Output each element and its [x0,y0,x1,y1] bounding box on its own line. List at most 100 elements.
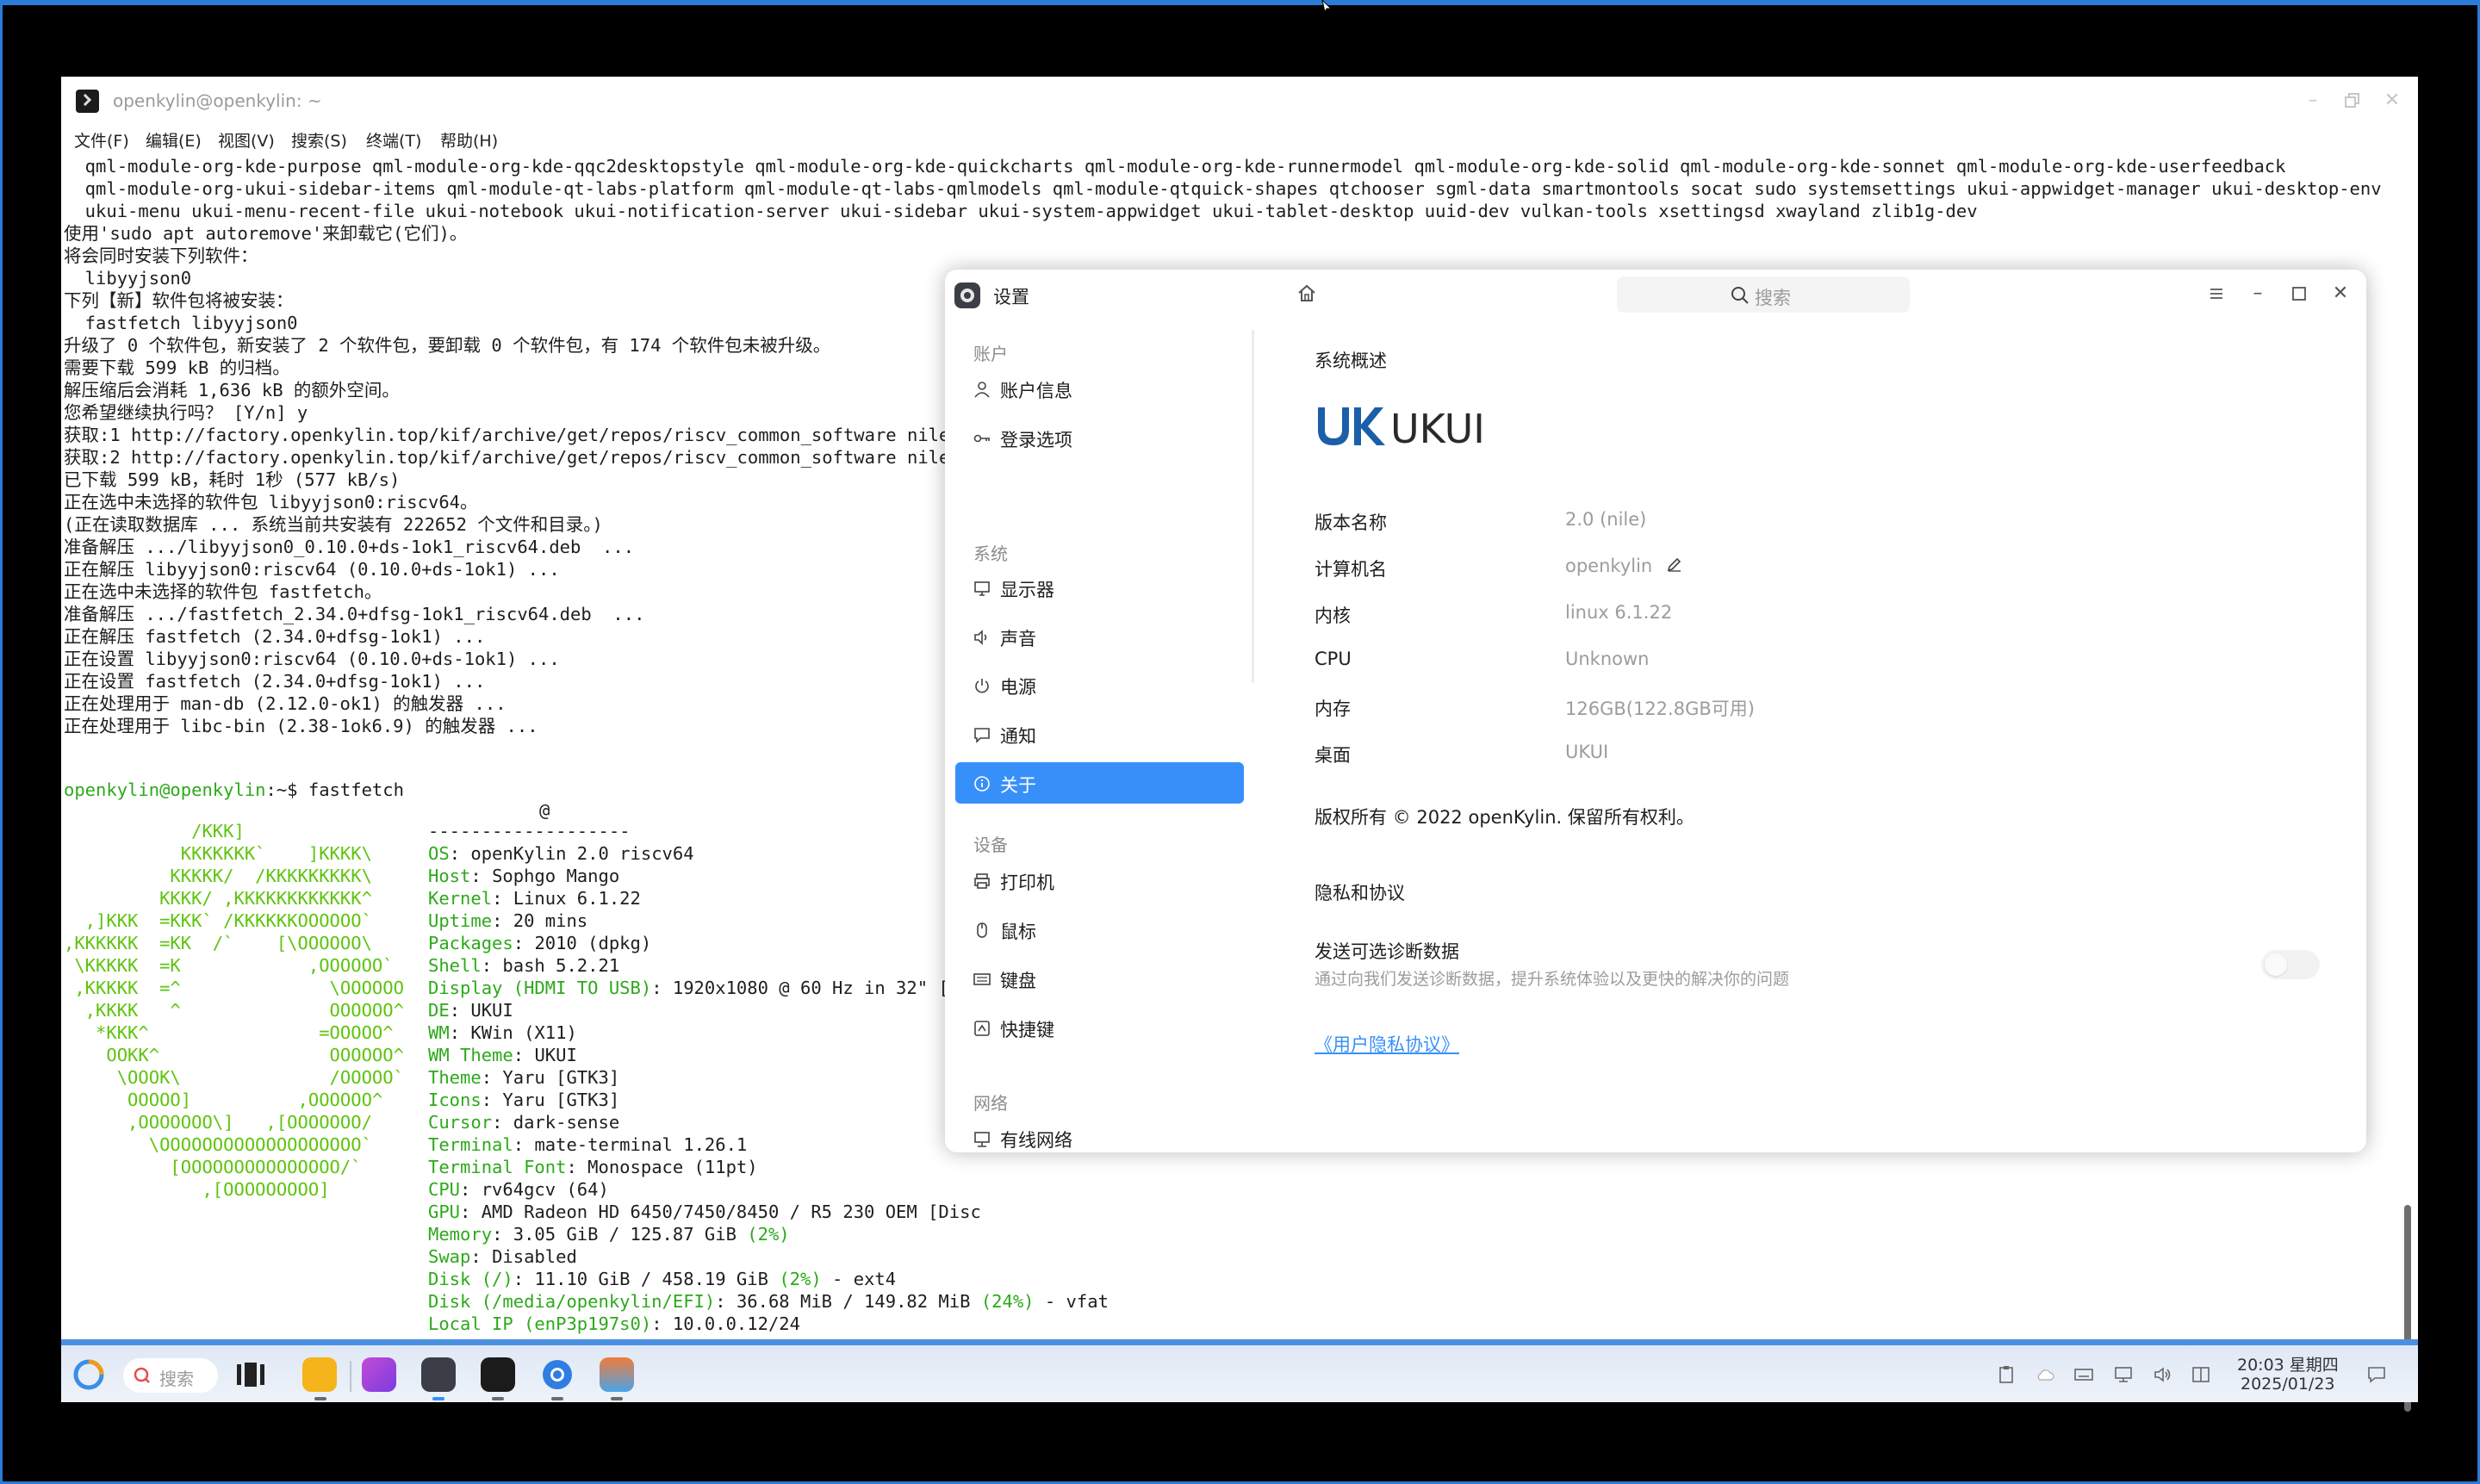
maximize-button[interactable] [2287,282,2311,306]
close-button[interactable]: ✕ [2328,282,2353,306]
close-button[interactable]: ✕ [2380,89,2404,113]
info-colon: : [513,1045,535,1065]
info-value: mate-terminal 1.26.1 [534,1134,748,1155]
cloud-icon[interactable] [2035,1364,2055,1385]
ascii-logo-line: ,KKKK ^ OOOOOO^ [64,1000,404,1021]
browser-icon[interactable] [540,1357,575,1392]
sidebar-item-label: 账户信息 [1000,381,1072,401]
sidebar-item[interactable]: 账户信息 [955,368,1244,409]
fastfetch-info-row: Icons: Yaru [GTK3] [428,1090,619,1110]
file-manager-icon[interactable] [600,1357,634,1392]
info-colon: : [492,888,513,909]
terminal-line: qml-module-org-kde-purpose qml-module-or… [64,156,2286,177]
info-fs-type: - vfat [1034,1291,1109,1312]
fastfetch-info-row: Disk (/): 11.10 GiB / 458.19 GiB (2%) - … [428,1269,896,1289]
info-key: Theme [428,1067,482,1088]
minimize-button[interactable]: – [2246,282,2270,306]
about-panel: 系统概述 UKUI 版本名称 2.0 (nile) 计算机名 openkylin 内核 l… [1253,318,2366,1152]
sidebar-item[interactable]: 键盘 [955,958,1244,999]
terminal-line: libyyjson0 [64,268,192,289]
ukui-logo: UKUI [1318,406,1485,452]
sidebar-item[interactable]: 快捷键 [955,1007,1244,1048]
info-key: WM [428,1022,450,1043]
info-key: Display (HDMI TO USB) [428,978,652,998]
sidebar-item[interactable]: 通知 [955,713,1244,754]
settings-window[interactable]: 设置 搜索 – ✕ 账户 账户信息 登录选项 系统 显示器 声音 电源 通知 关于 设备 打印机 鼠标… [945,270,2366,1152]
home-icon[interactable] [1295,282,1319,306]
taskbar: 搜索 20:03 星期四 2025/01/23 [61,1339,2418,1402]
settings-title: 设置 [993,287,1029,307]
fastfetch-info-row: DE: UKUI [428,1000,513,1021]
fastfetch-info-row: Memory: 3.05 GiB / 125.87 GiB (2%) [428,1224,790,1245]
settings-titlebar[interactable]: 设置 搜索 – ✕ [945,270,2366,318]
fastfetch-info-row: GPU: AMD Radeon HD 6450/7450/8450 / R5 2… [428,1201,981,1222]
sidebar-item[interactable]: 声音 [955,616,1244,657]
info-colon: : [651,1313,673,1334]
menu-button[interactable] [2204,282,2228,306]
ascii-logo-line: ,[OOOOOOOOO] [64,1179,330,1200]
terminal-line: 正在解压 libyyjson0:riscv64 (0.10.0+ds-1ok1)… [64,559,560,580]
info-value: rv64gcv (64) [481,1179,609,1200]
fastfetch-info-row: Uptime: 20 mins [428,910,587,931]
taskbar-search-input[interactable]: 搜索 [123,1358,218,1393]
terminal-line: 准备解压 .../libyyjson0_0.10.0+ds-1ok1_riscv… [64,537,635,557]
edit-pencil-icon[interactable] [1666,556,1683,573]
info-value: linux 6.1.22 [1565,602,1673,623]
settings-taskbar-icon[interactable] [421,1357,456,1392]
info-colon: : [481,1067,503,1088]
command-text: fastfetch [308,779,404,800]
menu-search[interactable]: 搜索(S) [291,128,347,152]
info-key: DE [428,1000,450,1021]
network-icon[interactable] [2113,1364,2134,1385]
info-value: AMD Radeon HD 6450/7450/8450 / R5 230 OE… [481,1201,981,1222]
sidebar-item[interactable]: 打印机 [955,860,1244,901]
media-app-icon[interactable] [362,1357,396,1392]
ascii-logo-line: [OOOOOOOOOOOOOOO/` [64,1157,362,1177]
search-icon [1731,287,1749,304]
fastfetch-info-row: Packages: 2010 (dpkg) [428,933,651,953]
restore-button[interactable] [2340,89,2365,113]
info-colon: : [449,1022,471,1043]
terminal-line: 正在设置 libyyjson0:riscv64 (0.10.0+ds-1ok1)… [64,649,560,669]
sidebar-item[interactable]: 关于 [955,762,1244,804]
settings-search-input[interactable]: 搜索 [1617,276,1910,313]
menu-help[interactable]: 帮助(H) [440,128,498,152]
info-colon: : [492,1224,513,1245]
info-key: OS [428,843,450,864]
info-value: 10.0.0.12/24 [672,1313,800,1334]
sidebar-item[interactable]: 电源 [955,664,1244,705]
notes-app-icon[interactable] [302,1357,337,1392]
info-value: UKUI [470,1000,513,1021]
sidebar-item[interactable]: 鼠标 [955,909,1244,950]
diagnostics-toggle[interactable] [2261,950,2320,979]
menu-file[interactable]: 文件(F) [74,128,129,152]
menu-view[interactable]: 视图(V) [218,128,275,152]
search-placeholder: 搜索 [1755,288,1791,308]
sidebar-item[interactable]: 显示器 [955,567,1244,608]
sidebar-group-label: 账户 [973,344,1008,364]
start-menu-icon[interactable] [71,1357,106,1392]
terminal-taskbar-icon[interactable] [481,1357,515,1392]
sidebar-item[interactable]: 登录选项 [955,417,1244,458]
terminal-titlebar[interactable]: openkylin@openkylin: ~ – ✕ [61,77,2418,127]
input-method-icon[interactable] [2191,1364,2211,1385]
clock-date[interactable]: 2025/01/23 [2241,1375,2335,1394]
clipboard-icon[interactable] [1996,1364,2017,1385]
running-indicator [611,1397,623,1400]
info-colon: : [449,1000,471,1021]
info-value: Yaru [GTK3] [502,1090,620,1110]
sidebar-item[interactable]: 有线网络 [955,1117,1244,1152]
minimize-button[interactable]: – [2301,89,2325,113]
keyboard-icon[interactable] [2073,1364,2094,1385]
ascii-logo-line: OOOOO] ,OOOOOO^ [64,1090,383,1110]
sidebar-item-label: 快捷键 [1000,1020,1054,1040]
copyright-text: 版权所有 © 2022 openKylin. 保留所有权利。 [1315,807,1694,828]
info-value: Monospace (11pt) [587,1157,758,1177]
volume-icon[interactable] [2153,1364,2173,1385]
clock-time[interactable]: 20:03 星期四 [2237,1352,2339,1375]
menu-terminal[interactable]: 终端(T) [366,128,421,152]
multitask-view-icon[interactable] [233,1357,268,1392]
privacy-agreement-link[interactable]: 《用户隐私协议》 [1315,1031,1459,1057]
notification-center-icon[interactable] [2366,1364,2387,1385]
menu-edit[interactable]: 编辑(E) [146,128,202,152]
